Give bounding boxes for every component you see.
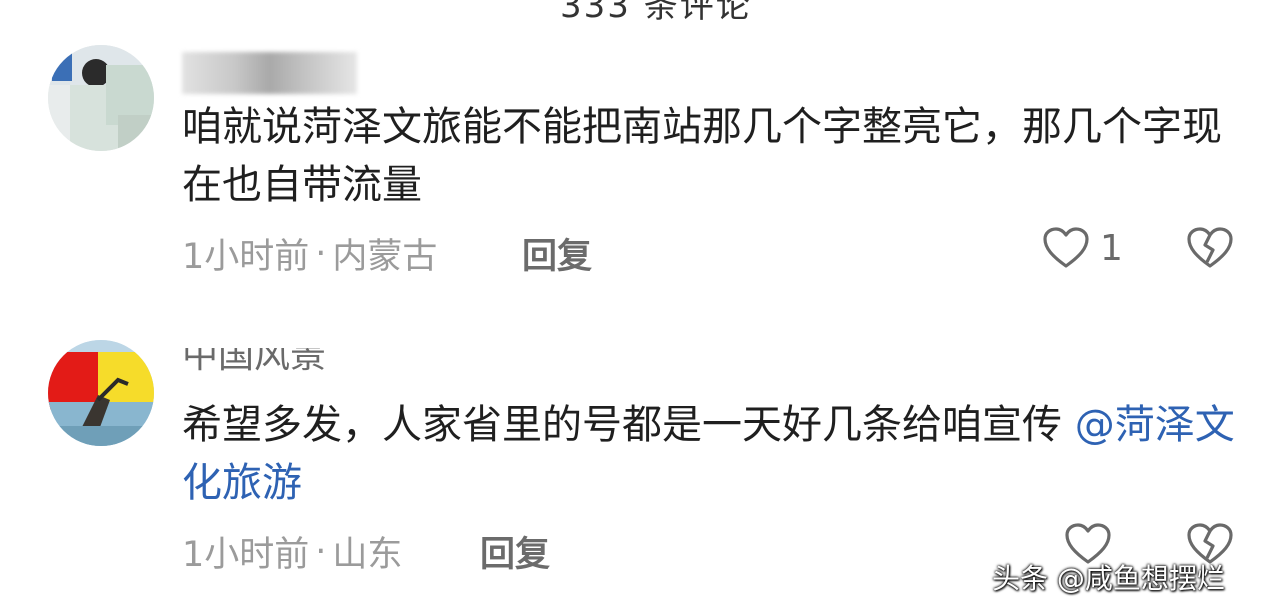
meta-separator: · xyxy=(315,233,327,274)
like-button[interactable]: 1 xyxy=(1042,226,1123,270)
comment-meta: 1小时前 · 内蒙古 xyxy=(182,228,437,279)
reply-button[interactable]: 回复 xyxy=(522,228,592,279)
reply-button[interactable]: 回复 xyxy=(480,526,550,577)
comment-time: 1小时前 xyxy=(182,535,310,575)
comment-location: 山东 xyxy=(332,535,403,575)
comment-meta: 1小时前 · 山东 xyxy=(182,526,402,577)
like-count: 1 xyxy=(1100,227,1123,269)
comment-text: 咱就说菏泽文旅能不能把南站那几个字整亮它，那几个字现在也自带流量 xyxy=(182,104,1222,208)
avatar-image xyxy=(48,45,154,151)
username[interactable]: 中国风景 xyxy=(182,348,326,378)
comment-location: 内蒙古 xyxy=(332,237,438,277)
dislike-button[interactable] xyxy=(1186,226,1234,274)
comment-text: 希望多发，人家省里的号都是一天好几条给咱宣传 @菏泽文化旅游 xyxy=(182,402,1235,506)
avatar-image xyxy=(48,340,154,446)
meta-separator: · xyxy=(315,531,327,572)
comment-time: 1小时前 xyxy=(182,237,310,277)
heart-outline-icon xyxy=(1043,227,1089,268)
broken-heart-icon xyxy=(1187,227,1233,268)
header-fragment: 333 条评论 xyxy=(560,0,752,26)
avatar[interactable] xyxy=(48,45,154,151)
watermark: 头条 @咸鱼想摆烂 xyxy=(992,562,1225,595)
avatar[interactable] xyxy=(48,340,154,446)
username-blurred xyxy=(182,52,357,94)
